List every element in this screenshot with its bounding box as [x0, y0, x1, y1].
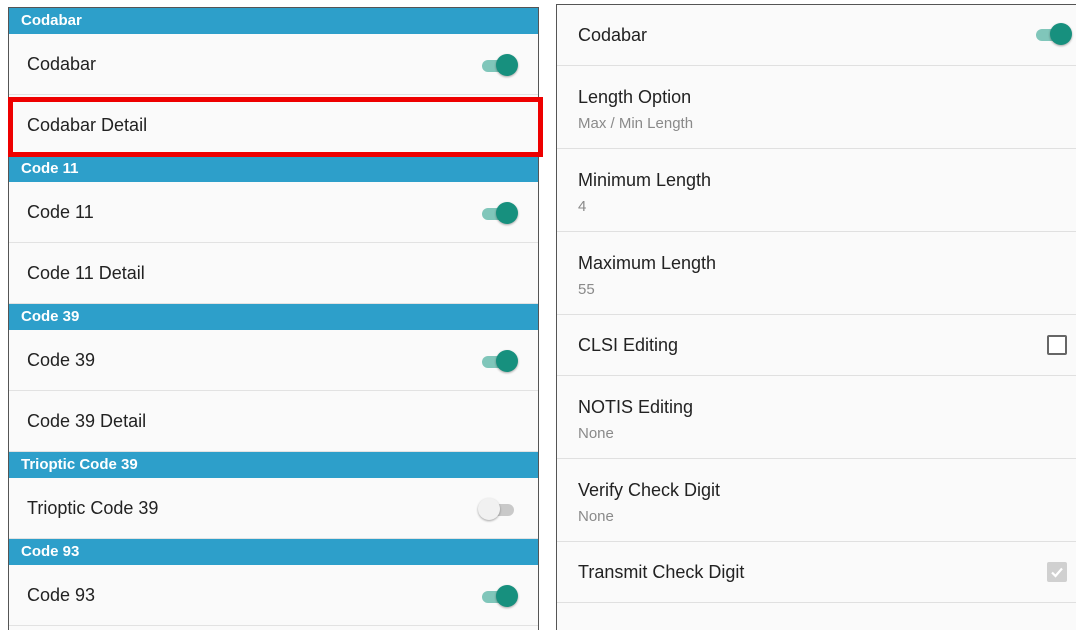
- list-item-code-11-detail[interactable]: Code 11 Detail: [9, 243, 538, 304]
- setting-title: Transmit Check Digit: [578, 562, 745, 582]
- setting-maximum-length[interactable]: Maximum Length 55: [557, 232, 1076, 315]
- code-11-toggle[interactable]: [480, 202, 518, 224]
- setting-summary: Max / Min Length: [578, 115, 694, 132]
- switch-thumb: [496, 202, 518, 224]
- setting-summary: 55: [578, 281, 595, 298]
- transmit-check-digit-checkbox: [1047, 562, 1067, 582]
- check-icon: [1051, 567, 1063, 578]
- switch-thumb: [496, 350, 518, 372]
- section-header-code-11: Code 11: [9, 156, 538, 182]
- codabar-toggle[interactable]: [480, 54, 518, 76]
- switch-thumb: [478, 498, 500, 520]
- setting-codabar[interactable]: Codabar: [557, 5, 1076, 66]
- section-header-trioptic-code-39: Trioptic Code 39: [9, 452, 538, 478]
- list-item-code-39[interactable]: Code 39: [9, 330, 538, 391]
- section-header-code-39: Code 39: [9, 304, 538, 330]
- setting-title: NOTIS Editing: [578, 397, 694, 417]
- list-item-code-39-detail[interactable]: Code 39 Detail: [9, 391, 538, 452]
- list-item-label: Code 11 Detail: [27, 263, 145, 283]
- code-93-toggle[interactable]: [480, 585, 518, 607]
- list-item-label: Codabar: [27, 54, 97, 74]
- list-item-label: Code 39 Detail: [27, 411, 147, 431]
- setting-title: Minimum Length: [578, 170, 712, 190]
- list-item-trioptic-code-39[interactable]: Trioptic Code 39: [9, 478, 538, 539]
- symbology-list-panel: Codabar Codabar Codabar Detail Code 11 Code …: [8, 7, 539, 630]
- switch-thumb: [496, 585, 518, 607]
- setting-title: Verify Check Digit: [578, 480, 721, 500]
- setting-verify-check-digit[interactable]: Verify Check Digit None: [557, 459, 1076, 542]
- list-item-codabar[interactable]: Codabar: [9, 34, 538, 95]
- list-item-label: Code 93: [27, 585, 96, 605]
- code-39-toggle[interactable]: [480, 350, 518, 372]
- list-item-codabar-detail[interactable]: Codabar Detail: [9, 95, 538, 156]
- setting-transmit-check-digit[interactable]: Transmit Check Digit: [557, 542, 1076, 603]
- setting-title: Codabar: [578, 25, 648, 45]
- list-item-code-11[interactable]: Code 11: [9, 182, 538, 243]
- list-item-label: Trioptic Code 39: [27, 498, 159, 518]
- list-item-label: Codabar Detail: [27, 115, 148, 135]
- section-header-code-93: Code 93: [9, 539, 538, 565]
- setting-minimum-length[interactable]: Minimum Length 4: [557, 149, 1076, 232]
- switch-thumb: [1050, 23, 1072, 45]
- section-header-codabar: Codabar: [9, 8, 538, 34]
- setting-notis-editing[interactable]: NOTIS Editing None: [557, 376, 1076, 459]
- setting-summary: None: [578, 425, 614, 442]
- setting-title: Length Option: [578, 87, 692, 107]
- list-item-label: Code 39: [27, 350, 96, 370]
- clsi-editing-checkbox[interactable]: [1047, 335, 1067, 355]
- setting-summary: 4: [578, 198, 587, 215]
- codabar-detail-panel: Codabar Length Option Max / Min Length Mini…: [556, 4, 1076, 630]
- list-item-code-93[interactable]: Code 93: [9, 565, 538, 626]
- setting-length-option[interactable]: Length Option Max / Min Length: [557, 66, 1076, 149]
- codabar-toggle[interactable]: [1034, 23, 1072, 45]
- trioptic-code-39-toggle[interactable]: [478, 498, 516, 520]
- list-item-label: Code 11: [27, 202, 94, 222]
- setting-clsi-editing[interactable]: CLSI Editing: [557, 315, 1076, 376]
- setting-summary: None: [578, 508, 614, 525]
- setting-title: Maximum Length: [578, 253, 717, 273]
- setting-title: CLSI Editing: [578, 335, 679, 355]
- switch-thumb: [496, 54, 518, 76]
